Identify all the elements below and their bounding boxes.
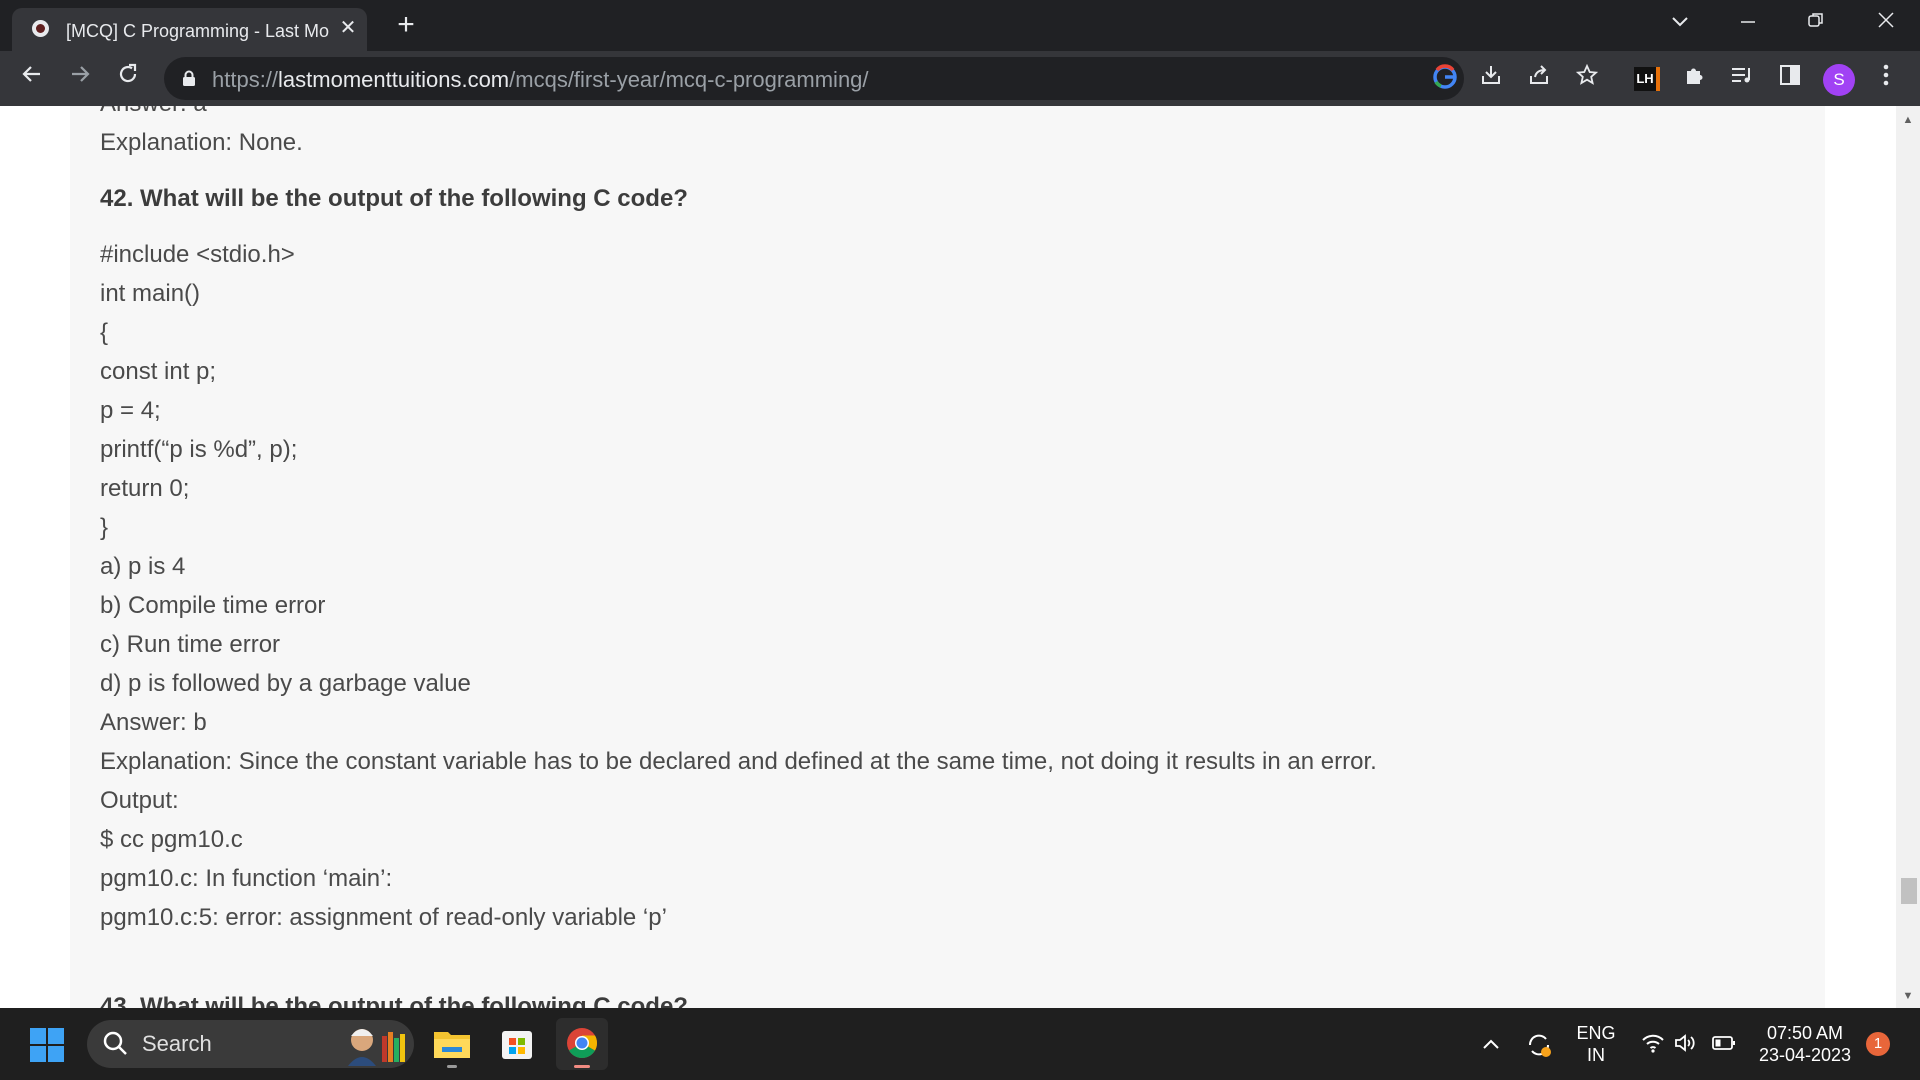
address-bar[interactable]: https://lastmomenttuitions.com/mcqs/firs… [164, 57, 1464, 100]
install-app-icon[interactable] [1473, 61, 1509, 97]
code-line: p = 4; [100, 397, 161, 424]
volume-icon[interactable] [1672, 1032, 1698, 1059]
minimize-button[interactable] [1718, 0, 1778, 44]
answer-text: Answer: b [100, 709, 207, 736]
url-host: lastmomenttuitions.com [278, 67, 510, 92]
option-b: b) Compile time error [100, 592, 326, 619]
browser-titlebar: [MCQ] C Programming - Last Mo ✕ + [0, 0, 1920, 51]
extension-lh-icon[interactable]: LH [1634, 67, 1660, 91]
language-region: IN [1587, 1045, 1605, 1065]
scroll-down-arrow-icon[interactable]: ▼ [1902, 990, 1914, 1002]
notification-badge[interactable]: 1 [1866, 1032, 1890, 1056]
previous-answer-partial: Answer: a [100, 106, 207, 118]
lock-icon[interactable] [182, 70, 196, 86]
clock-time: 07:50 AM [1766, 1023, 1844, 1043]
language-code: ENG [1576, 1023, 1616, 1043]
tab-close-icon[interactable]: ✕ [337, 17, 359, 39]
show-hidden-icons-chevron-icon[interactable] [1480, 1033, 1502, 1055]
language-indicator[interactable]: ENG IN [1575, 1022, 1617, 1066]
search-highlight-illustration [342, 1022, 407, 1066]
side-panel-icon[interactable] [1772, 61, 1808, 97]
output-line: pgm10.c:5: error: assignment of read-onl… [100, 904, 667, 931]
windows-taskbar: Search ENG IN 07:50 AM 23-04-2023 1 [0, 1008, 1920, 1080]
battery-icon[interactable] [1710, 1032, 1738, 1059]
taskbar-search-box[interactable]: Search [87, 1020, 414, 1068]
page-viewport: Answer: a Explanation: None. 42. What wi… [0, 106, 1896, 1008]
windows-start-icon[interactable] [30, 1028, 66, 1064]
close-window-button[interactable] [1856, 0, 1916, 44]
reload-button[interactable] [110, 61, 146, 97]
back-button[interactable] [14, 61, 50, 97]
code-line: #include <stdio.h> [100, 241, 295, 268]
reading-list-icon[interactable] [1724, 61, 1760, 97]
chrome-taskbar-icon[interactable] [556, 1018, 608, 1070]
wifi-icon[interactable] [1640, 1032, 1666, 1059]
search-icon [102, 1030, 130, 1058]
option-d: d) p is followed by a garbage value [100, 670, 471, 697]
forward-button[interactable] [62, 61, 98, 97]
previous-explanation: Explanation: None. [100, 129, 303, 156]
sync-status-icon[interactable] [1524, 1031, 1554, 1064]
question-heading: 42. What will be the output of the follo… [100, 185, 688, 212]
browser-menu-icon[interactable] [1868, 61, 1904, 97]
clock[interactable]: 07:50 AM 23-04-2023 [1752, 1022, 1858, 1066]
code-line: printf(“p is %d”, p); [100, 436, 298, 463]
mcq-article: Answer: a Explanation: None. 42. What wi… [70, 106, 1825, 1008]
code-line: { [100, 319, 109, 346]
tab-title: [MCQ] C Programming - Last Mo [66, 21, 330, 41]
google-lens-icon[interactable] [1430, 64, 1460, 94]
url-text[interactable]: https://lastmomenttuitions.com/mcqs/firs… [212, 67, 869, 93]
url-path: /mcqs/first-year/mcq-c-programming/ [509, 67, 869, 92]
output-line: $ cc pgm10.c [100, 826, 243, 853]
url-scheme: https:// [212, 67, 279, 92]
restore-button[interactable] [1786, 0, 1846, 44]
search-label: Search [142, 1031, 212, 1056]
next-question-partial: 43. What will be the output of the follo… [100, 993, 688, 1008]
code-line: } [100, 514, 109, 541]
browser-toolbar: https://lastmomenttuitions.com/mcqs/firs… [0, 51, 1920, 106]
file-explorer-icon[interactable] [426, 1018, 478, 1070]
output-line: pgm10.c: In function ‘main’: [100, 865, 393, 892]
scrollbar-thumb[interactable] [1901, 878, 1917, 904]
vertical-scrollbar[interactable]: ▲ ▼ [1896, 106, 1920, 1008]
output-label: Output: [100, 787, 179, 814]
option-a: a) p is 4 [100, 553, 186, 580]
site-favicon-icon [32, 20, 49, 37]
share-icon[interactable] [1521, 61, 1557, 97]
scroll-up-arrow-icon[interactable]: ▲ [1902, 114, 1914, 126]
code-line: const int p; [100, 358, 217, 385]
extensions-puzzle-icon[interactable] [1676, 61, 1712, 97]
option-c: c) Run time error [100, 631, 281, 658]
bookmark-star-icon[interactable] [1569, 61, 1605, 97]
clock-date: 23-04-2023 [1758, 1045, 1852, 1065]
profile-avatar[interactable]: S [1823, 64, 1855, 96]
tab-search-chevron-icon[interactable] [1650, 0, 1710, 44]
microsoft-store-icon[interactable] [491, 1018, 543, 1070]
code-line: int main() [100, 280, 201, 307]
code-line: return 0; [100, 475, 190, 502]
new-tab-button[interactable]: + [390, 10, 422, 42]
active-tab[interactable]: [MCQ] C Programming - Last Mo ✕ [12, 8, 367, 51]
explanation-text: Explanation: Since the constant variable… [100, 748, 1377, 775]
